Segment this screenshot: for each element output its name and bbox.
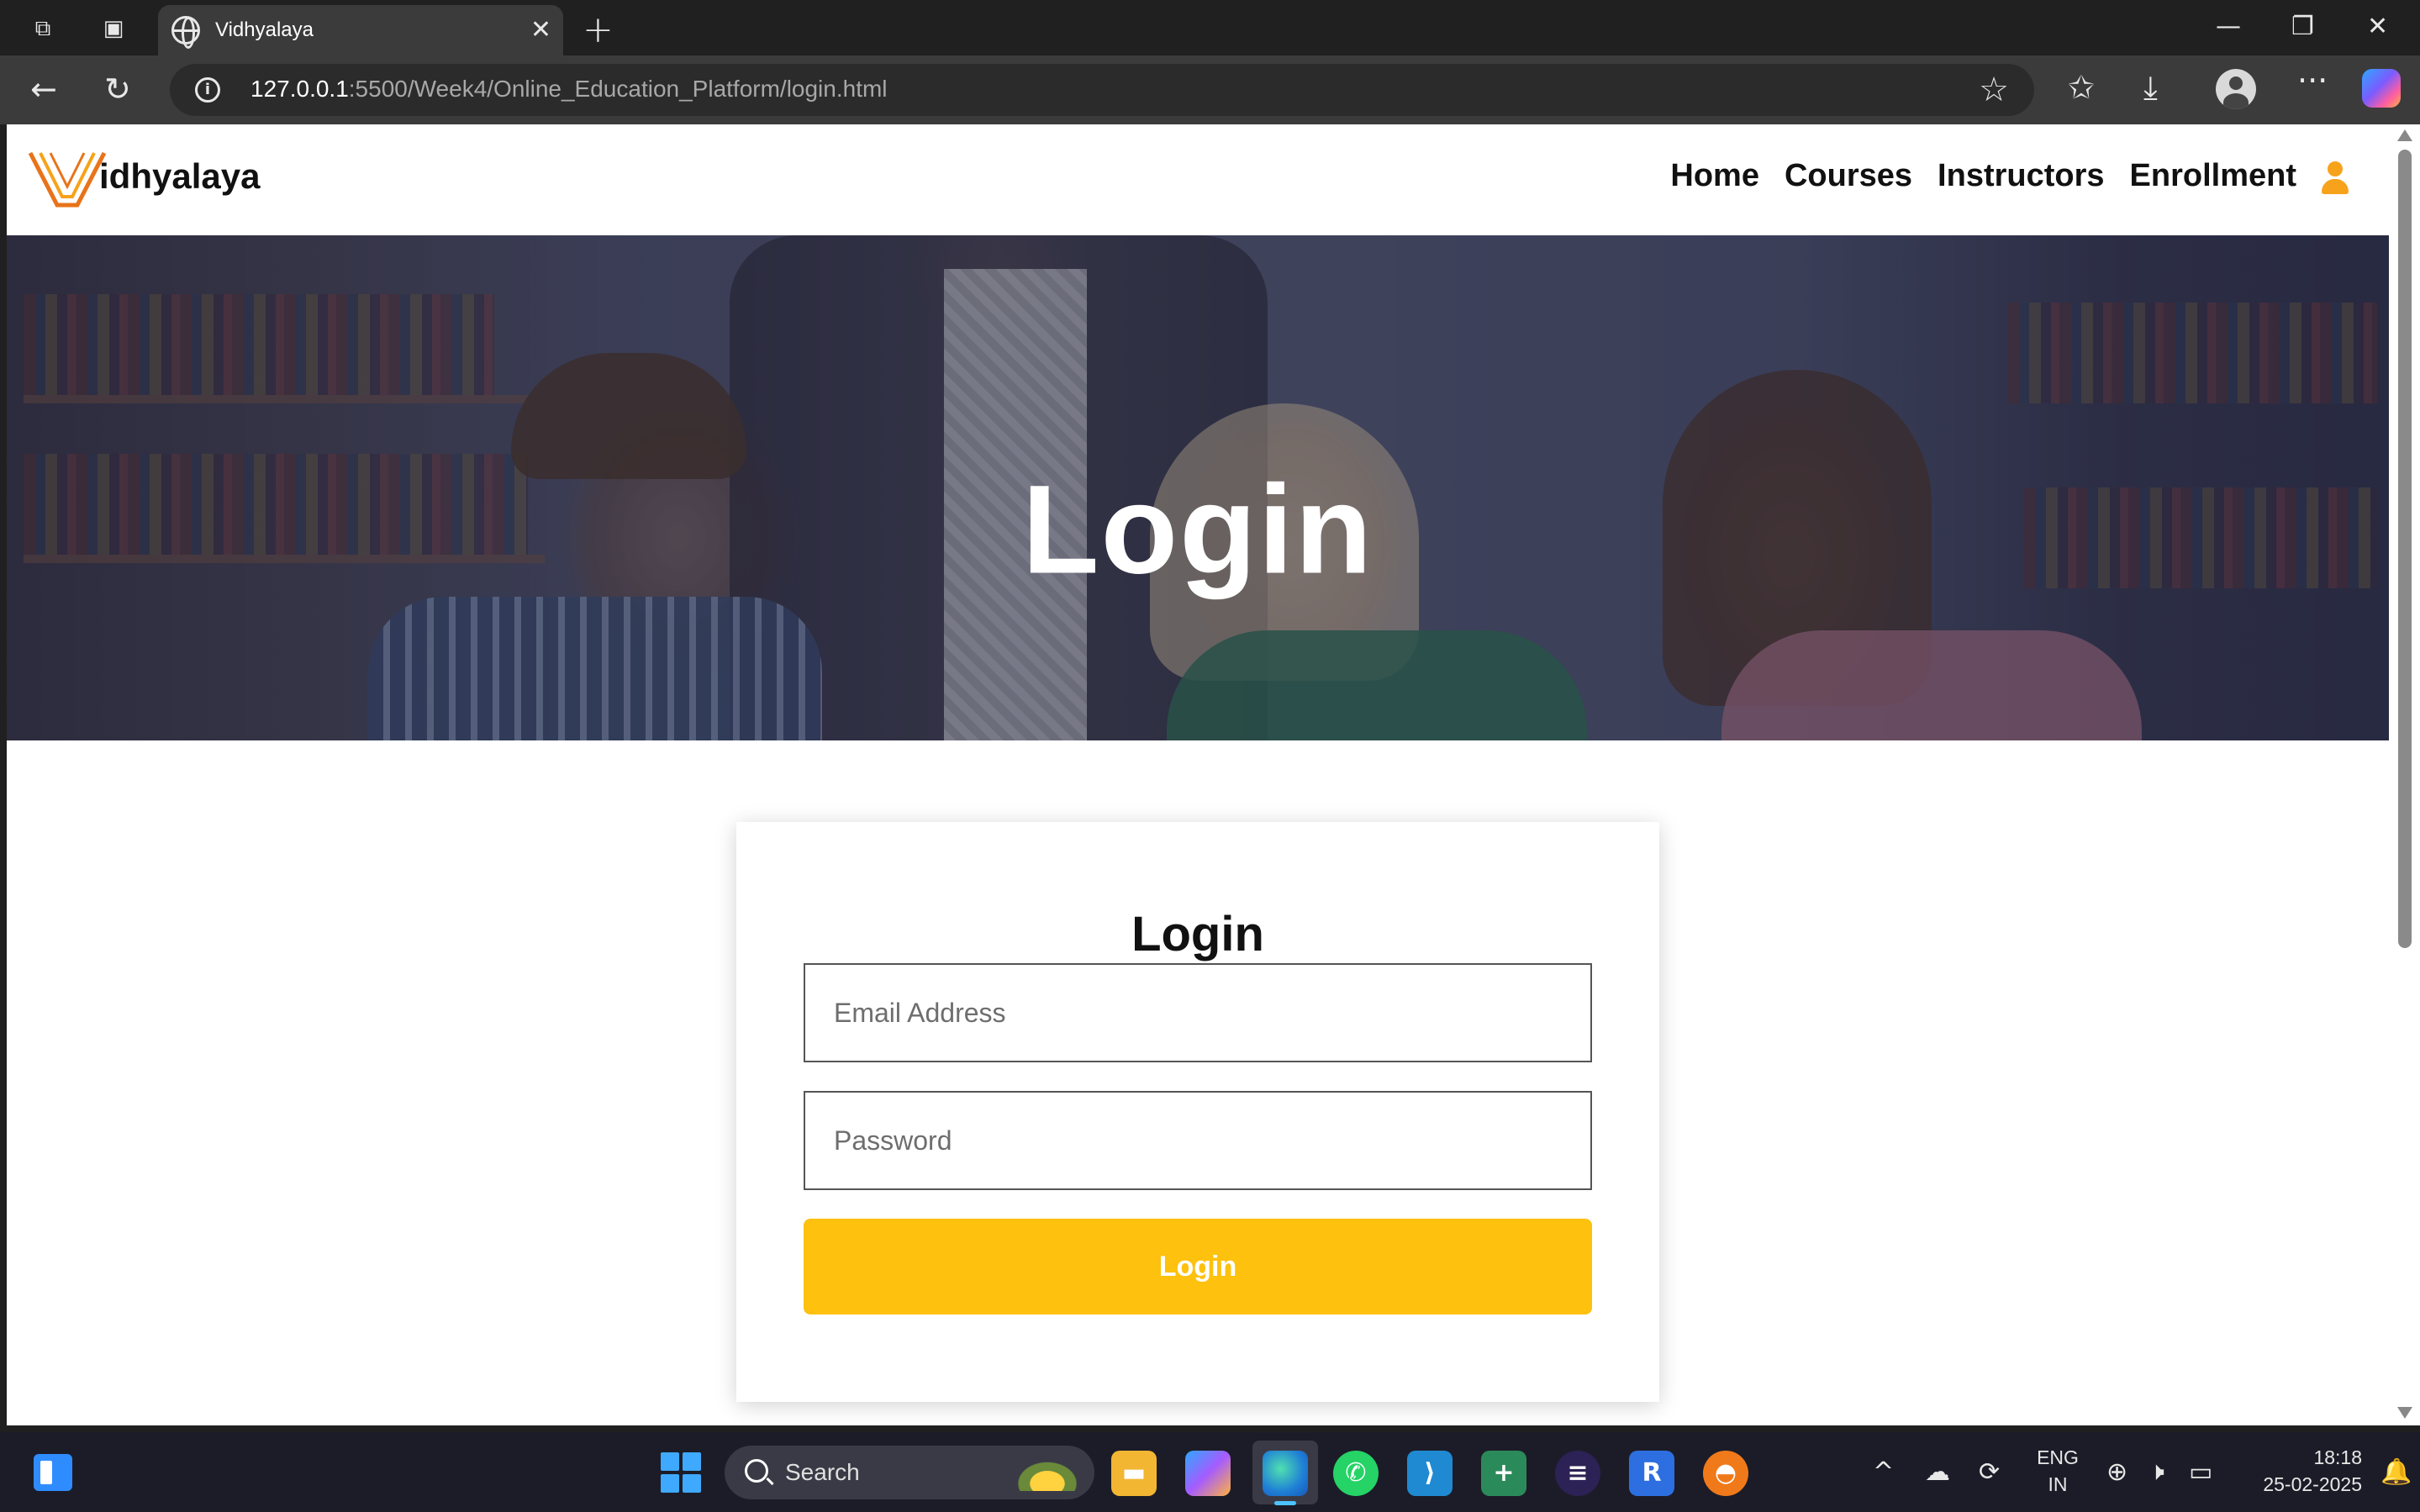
- clock-time: 18:18: [2313, 1446, 2362, 1468]
- favorites-icon[interactable]: ✩: [2068, 69, 2095, 106]
- login-form-title: Login: [1131, 907, 1264, 961]
- back-icon[interactable]: ←: [30, 71, 57, 108]
- taskbar-search[interactable]: Search: [725, 1446, 1094, 1499]
- more-options-icon[interactable]: ···: [2297, 62, 2328, 99]
- whatsapp-icon[interactable]: ✆: [1333, 1451, 1379, 1496]
- nav-links: Home Courses Instructors Enrollment: [1670, 158, 2296, 194]
- network-icon[interactable]: ⊕: [2106, 1457, 2127, 1487]
- hero-banner: Login: [7, 235, 2389, 740]
- user-icon[interactable]: [2320, 161, 2350, 195]
- scroll-up-icon[interactable]: [2397, 129, 2412, 141]
- page-scrollbar[interactable]: [2389, 124, 2420, 1425]
- vidhyalaya-logo-icon[interactable]: [25, 148, 109, 210]
- app-plus-icon[interactable]: +: [1481, 1451, 1526, 1496]
- restore-icon[interactable]: ❐: [2291, 12, 2314, 41]
- region-code: IN: [2048, 1473, 2068, 1495]
- show-hidden-icons[interactable]: ^: [1873, 1457, 1894, 1487]
- clock[interactable]: 18:18 25-02-2025: [2236, 1444, 2362, 1498]
- hero-title: Login: [1021, 458, 1374, 600]
- eclipse-icon[interactable]: ≡: [1555, 1451, 1600, 1496]
- email-field[interactable]: [804, 963, 1592, 1062]
- profile-avatar-icon[interactable]: [2216, 69, 2256, 109]
- clock-date: 25-02-2025: [2263, 1473, 2362, 1495]
- file-explorer-icon[interactable]: ▬: [1111, 1451, 1157, 1496]
- notifications-icon[interactable]: 🔔: [2380, 1457, 2412, 1487]
- search-highlight-icon: [1007, 1454, 1088, 1491]
- url-path: :5500/Week4/Online_Education_Platform/lo…: [348, 76, 888, 102]
- search-icon: [745, 1459, 768, 1483]
- workspaces-icon[interactable]: ⧉: [29, 14, 57, 43]
- new-tab-icon[interactable]: +: [583, 8, 614, 51]
- nav-courses[interactable]: Courses: [1785, 158, 1912, 194]
- login-card: Login Login: [736, 822, 1659, 1402]
- brand-name[interactable]: idhyalaya: [99, 156, 260, 197]
- scroll-thumb[interactable]: [2398, 150, 2412, 948]
- login-button[interactable]: Login: [804, 1219, 1592, 1314]
- copilot-icon[interactable]: [2362, 69, 2401, 108]
- downloads-icon[interactable]: ⤓: [2143, 69, 2158, 107]
- battery-icon[interactable]: ▭: [2189, 1457, 2212, 1487]
- close-tab-icon[interactable]: ✕: [530, 15, 551, 45]
- onedrive-icon[interactable]: ☁: [1925, 1457, 1950, 1487]
- password-field[interactable]: [804, 1091, 1592, 1190]
- refresh-icon[interactable]: ↻: [104, 71, 131, 108]
- minimize-icon[interactable]: —: [2216, 12, 2241, 41]
- windows-taskbar: Search ▬ ✆ ⟩ + ≡ R ◓ ^ ☁ ⟳ ENG IN ⊕ 🕨 ▭ …: [0, 1432, 2420, 1512]
- site-navbar: idhyalaya Home Courses Instructors Enrol…: [7, 124, 2389, 235]
- taskbar-separator: [0, 1425, 2420, 1432]
- scroll-down-icon[interactable]: [2397, 1407, 2412, 1419]
- site-info-icon[interactable]: i: [195, 77, 220, 103]
- browser-toolbar: ← ↻ i 127.0.0.1:5500/Week4/Online_Educat…: [0, 55, 2420, 124]
- url-host: 127.0.0.1: [250, 76, 349, 102]
- browser-tab-vidhyalaya[interactable]: Vidhyalaya ✕: [158, 5, 563, 55]
- copilot-app-icon[interactable]: [1185, 1451, 1231, 1496]
- widgets-icon[interactable]: [34, 1454, 72, 1491]
- close-window-icon[interactable]: ✕: [2367, 12, 2388, 41]
- address-bar[interactable]: i 127.0.0.1:5500/Week4/Online_Education_…: [170, 64, 2034, 116]
- search-label: Search: [785, 1459, 860, 1485]
- nav-home[interactable]: Home: [1670, 158, 1759, 194]
- volume-muted-icon[interactable]: 🕨: [2148, 1457, 2164, 1487]
- globe-icon: [171, 16, 200, 49]
- active-indicator: [1274, 1501, 1296, 1505]
- nav-instructors[interactable]: Instructors: [1938, 158, 2104, 194]
- favorite-star-icon[interactable]: ☆: [1979, 71, 2009, 109]
- tab-title: Vidhyalaya: [215, 18, 314, 41]
- edge-icon[interactable]: [1263, 1451, 1308, 1496]
- url-text[interactable]: 127.0.0.1:5500/Week4/Online_Education_Pl…: [250, 76, 888, 103]
- language-indicator[interactable]: ENG IN: [2032, 1444, 2083, 1498]
- nav-enrollment[interactable]: Enrollment: [2130, 158, 2296, 194]
- sync-icon[interactable]: ⟳: [1979, 1457, 2000, 1487]
- start-icon[interactable]: [661, 1452, 701, 1493]
- web-page: idhyalaya Home Courses Instructors Enrol…: [7, 124, 2389, 1425]
- app-circle-icon[interactable]: ◓: [1703, 1451, 1748, 1496]
- rstudio-icon[interactable]: R: [1629, 1451, 1674, 1496]
- tab-actions-icon[interactable]: ▣: [99, 14, 128, 43]
- language-code: ENG: [2037, 1446, 2079, 1468]
- vscode-icon[interactable]: ⟩: [1407, 1451, 1453, 1496]
- browser-tab-bar: ⧉ ▣ Vidhyalaya ✕ + — ❐ ✕: [0, 0, 2420, 55]
